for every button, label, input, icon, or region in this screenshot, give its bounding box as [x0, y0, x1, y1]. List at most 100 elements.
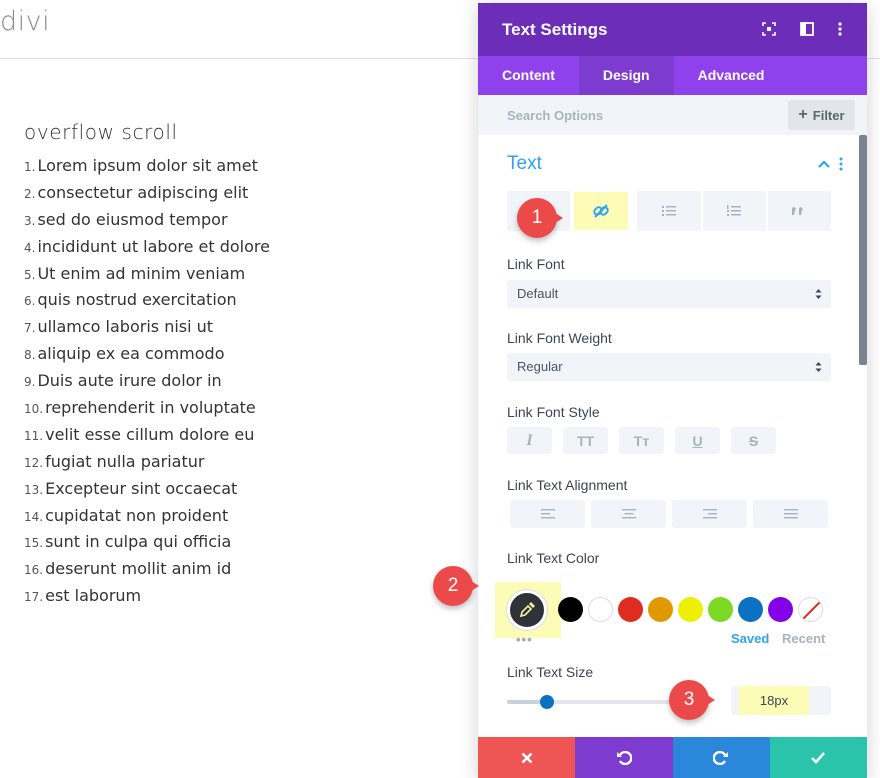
link-text-alignment-label: Link Text Alignment [507, 477, 628, 493]
list-item: 17. est laborum [24, 583, 270, 610]
link-font-weight-select[interactable]: Regular [507, 353, 831, 381]
undo-button[interactable] [575, 737, 673, 778]
scrollbar[interactable] [859, 135, 867, 365]
italic-icon: I [526, 431, 533, 449]
list-item-number: 16. [24, 563, 44, 578]
swatch-blue[interactable] [738, 597, 763, 622]
tab-content[interactable]: Content [478, 56, 579, 95]
section-title-text[interactable]: Text [507, 153, 542, 175]
swatch-green[interactable] [708, 597, 733, 622]
list-item-text: sed do eiusmod tempor [37, 209, 228, 229]
check-icon [811, 751, 826, 764]
swatch-transparent[interactable] [798, 597, 823, 622]
list-item: 9. Duis aute irure dolor in [24, 368, 270, 395]
list-item-text: cupidatat non proident [45, 505, 229, 525]
align-justify-button[interactable] [753, 500, 828, 528]
more-vertical-icon[interactable] [830, 19, 850, 39]
size-slider-thumb[interactable] [540, 695, 554, 709]
close-icon [521, 752, 533, 763]
list-item: 15. sunt in culpa qui officia [24, 529, 270, 556]
list-item-text: Ut enim ad minim veniam [37, 263, 246, 283]
recent-colors-tab[interactable]: Recent [782, 631, 825, 646]
list-item-number: 4. [24, 240, 36, 255]
align-center-button[interactable] [591, 500, 666, 528]
list-title: overflow scroll [24, 120, 178, 144]
italic-button[interactable]: I [507, 427, 552, 454]
swatch-red[interactable] [618, 597, 643, 622]
select-arrows-icon [815, 289, 822, 299]
list-item-text: deserunt mollit anim id [45, 559, 232, 579]
more-colors-icon[interactable]: ••• [516, 632, 533, 647]
list-item-number: 8. [24, 348, 36, 363]
link-font-select[interactable]: Default [507, 280, 831, 308]
subtab-quote[interactable] [767, 191, 832, 231]
list-item-number: 15. [24, 536, 44, 551]
list-item: 13. Excepteur sint occaecat [24, 476, 270, 503]
subtab-ordered-list[interactable] [702, 191, 766, 231]
align-left-button[interactable] [510, 500, 585, 528]
unordered-list-icon [662, 206, 676, 216]
chevron-up-icon[interactable] [817, 157, 831, 171]
underline-button[interactable]: U [675, 427, 720, 454]
list-item-text: est laborum [45, 586, 142, 606]
list-item-text: consectetur adipiscing elit [37, 182, 249, 202]
swatch-black[interactable] [558, 597, 583, 622]
list-item-number: 9. [24, 375, 36, 390]
filter-button[interactable]: + Filter [788, 100, 855, 130]
uppercase-button[interactable]: TT [563, 427, 608, 454]
capitalize-icon: Tт [633, 432, 650, 449]
redo-icon [713, 750, 729, 765]
ordered-list-icon [727, 205, 742, 216]
color-picker-button[interactable] [507, 590, 547, 630]
link-font-weight-value: Regular [517, 359, 563, 374]
tab-advanced[interactable]: Advanced [674, 56, 789, 95]
link-font-label: Link Font [507, 256, 565, 272]
list-item-text: quis nostrud exercitation [37, 290, 237, 310]
cancel-button[interactable] [478, 737, 576, 778]
strikethrough-button[interactable]: S [731, 427, 776, 454]
link-tab-highlight[interactable] [574, 192, 628, 230]
list-item: 12. fugiat nulla pariatur [24, 449, 270, 476]
capitalize-button[interactable]: Tт [619, 427, 664, 454]
align-center-icon [621, 509, 636, 519]
list-item-text: sunt in culpa qui officia [45, 532, 232, 552]
swatch-yellow[interactable] [678, 597, 703, 622]
align-right-button[interactable] [672, 500, 747, 528]
section-more-icon[interactable] [838, 157, 844, 171]
saved-colors-tab[interactable]: Saved [731, 631, 769, 646]
list-item: 7. ullamco laboris nisi ut [24, 314, 270, 341]
list-item-number: 5. [24, 267, 36, 282]
sidebar-icon[interactable] [797, 19, 817, 39]
list-item-number: 7. [24, 321, 36, 336]
subtab-unordered-list[interactable] [637, 191, 701, 231]
site-logo[interactable]: divi [0, 6, 50, 37]
align-right-icon [702, 509, 717, 519]
list-item-text: Duis aute irure dolor in [37, 371, 222, 391]
link-text-size-label: Link Text Size [507, 664, 594, 680]
link-icon [593, 204, 609, 218]
list-item-number: 1. [24, 160, 36, 174]
list-item-text: reprehenderit in voluptate [45, 398, 256, 418]
align-justify-icon [783, 509, 798, 519]
list-item: 3. sed do eiusmod tempor [24, 207, 270, 234]
save-button[interactable] [769, 737, 867, 778]
list-item-number: 17. [24, 590, 44, 605]
swatch-purple[interactable] [768, 597, 793, 622]
tab-design[interactable]: Design [578, 56, 674, 95]
eyedropper-icon [519, 602, 535, 618]
list-item-number: 3. [24, 213, 36, 228]
callout-2: 2 [433, 566, 479, 606]
swatch-orange[interactable] [648, 597, 673, 622]
swatch-white[interactable] [588, 597, 613, 622]
callout-1: 1 [517, 198, 563, 238]
list-item: 6. quis nostrud exercitation [24, 287, 270, 314]
search-options-input[interactable] [478, 95, 778, 135]
list-item-number: 14. [24, 509, 44, 524]
expand-icon[interactable] [759, 19, 779, 39]
link-font-weight-label: Link Font Weight [507, 330, 612, 346]
link-text-size-input[interactable]: 18px [739, 686, 809, 715]
redo-button[interactable] [672, 737, 770, 778]
list-item: 8. aliquip ex ea commodo [24, 341, 270, 368]
list-item-number: 2. [24, 186, 36, 201]
modal-title: Text Settings [502, 20, 608, 39]
